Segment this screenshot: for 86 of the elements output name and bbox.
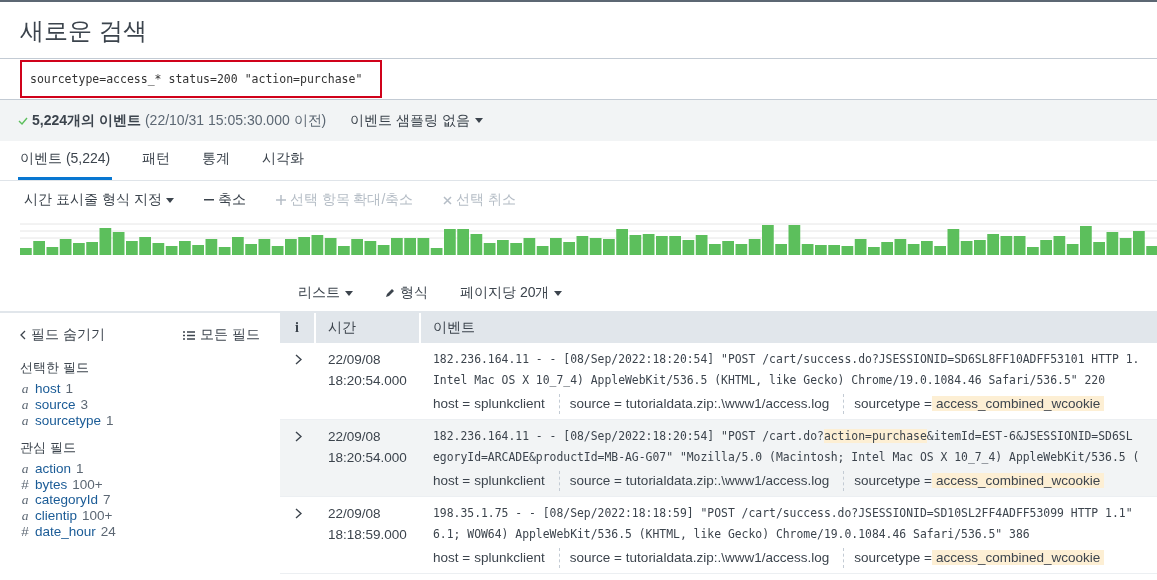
chevron-right-icon (294, 508, 302, 519)
expand-button[interactable] (294, 353, 302, 367)
chevron-right-icon (294, 354, 302, 365)
field-count: 1 (65, 381, 74, 397)
hide-fields-link[interactable]: 필드 숨기기 (20, 326, 105, 344)
event-field: host = splunkclient (433, 394, 559, 414)
page-title: 새로운 검색 (19, 16, 148, 46)
pencil-icon (385, 288, 395, 298)
caret-icon (165, 197, 174, 203)
field-group-title: 관심 필드 (20, 439, 77, 457)
tab[interactable]: 이벤트 (5,224) (18, 141, 113, 180)
field-type: a (20, 397, 30, 413)
field-name: sourcetype (35, 413, 102, 429)
event-field: source = tutorialdata.zip:.\www1/access.log (558, 548, 844, 568)
field-type: a (20, 492, 30, 508)
field-name: categoryId (35, 492, 99, 508)
field-type: a (20, 413, 30, 429)
time-cell-text: 22/09/08 18:20:54.000 (327, 428, 408, 467)
caret-icon (345, 290, 353, 296)
results-toolbar-button[interactable]: 리스트 (298, 284, 353, 302)
time-cell-text: 22/09/08 18:18:59.000 (327, 505, 408, 544)
field-count: 100+ (82, 508, 113, 524)
event-text: 6.1; WOW64) AppleWebKit/536.5 (KHTML, like Gecko) Chrome/19.0.1084.46 Safari/536.5" 386 (433, 526, 1031, 543)
field-type: a (20, 508, 30, 524)
event-field: source = tutorialdata.zip:.\www1/access.log (558, 471, 844, 491)
field-count: 3 (80, 397, 89, 413)
event-field: host = splunkclient (433, 548, 559, 568)
field-item[interactable]: a source 3 (20, 397, 89, 413)
expand-button[interactable] (294, 507, 302, 521)
event-field: source = tutorialdata.zip:.\www1/access.log (558, 394, 844, 414)
field-count: 100+ (72, 477, 103, 492)
caret-icon (475, 118, 484, 123)
event-field: sourcetype = access_combined_wcookie (843, 548, 1115, 568)
event-text: 182.236.164.11 - - [08/Sep/2022:18:20:54] "POST /cart/success.do?JSESSIONID=SD6SL8FF10ADFF53101 HTTP 1. (433, 351, 1141, 368)
expand-button[interactable] (294, 430, 302, 444)
event-field: sourcetype = access_combined_wcookie (843, 471, 1115, 491)
search-time: (22/10/31 15:05:30.000 이전) (144, 111, 327, 130)
event-text: 182.236.164.11 - - [08/Sep/2022:18:20:54] "POST /cart.do?action=purchase&itemId=EST-6&JSESSIONID=SD6SL (433, 428, 1134, 445)
sampling-dropdown[interactable]: 이벤트 샘플링 없음 (350, 111, 484, 130)
field-type: # (20, 477, 30, 492)
field-item[interactable]: a sourcetype 1 (20, 413, 114, 429)
tab[interactable]: 통계 (200, 141, 233, 180)
field-item[interactable]: # bytes 100+ (20, 477, 103, 492)
field-item[interactable]: # date_hour 24 (20, 524, 116, 539)
event-text: egoryId=ARCADE&productId=MB-AG-G07" "Mozilla/5.0 (Macintosh; Intel Mac OS X 10_7_4) AppleWebKit/536.5 ( (433, 449, 1141, 466)
event-field: sourcetype = access_combined_wcookie (843, 394, 1115, 414)
field-item[interactable]: a action 1 (20, 461, 84, 477)
check-icon (18, 116, 28, 125)
search-field[interactable]: sourcetype=access_* status=200 "action=purchase" (20, 60, 382, 98)
field-group-title: 선택한 필드 (20, 359, 90, 377)
field-count: 24 (100, 524, 116, 539)
field-count: 7 (103, 492, 111, 508)
field-type: a (20, 461, 30, 477)
minus-icon (203, 199, 214, 201)
list-icon (183, 330, 196, 340)
all-fields-link[interactable]: 모든 필드 (183, 326, 260, 344)
field-item[interactable]: a clientip 100+ (20, 508, 113, 524)
field-item[interactable]: a host 1 (20, 381, 74, 397)
results-toolbar-button[interactable]: 형식 (385, 284, 428, 302)
field-count: 1 (76, 461, 84, 477)
chevron-right-icon (294, 431, 302, 442)
field-name: host (35, 381, 61, 397)
field-type: a (20, 381, 30, 397)
event-field: host = splunkclient (433, 471, 559, 491)
plus-icon (275, 195, 286, 205)
chevron-left-icon (20, 330, 26, 340)
event-text: 198.35.1.75 - - [08/Sep/2022:18:18:59] "POST /cart/success.do?JSESSIONID=SD10SL2FF4ADFF53099 HTTP 1.1" (433, 505, 1134, 522)
tab[interactable]: 패턴 (140, 141, 173, 180)
tab[interactable]: 시각화 (260, 141, 307, 180)
caret-icon (554, 290, 563, 296)
close-icon (443, 195, 453, 205)
field-name: clientip (35, 508, 78, 524)
field-item[interactable]: a categoryId 7 (20, 492, 111, 508)
field-name: action (35, 461, 72, 477)
field-type: # (20, 524, 30, 539)
field-name: bytes (35, 477, 68, 492)
results-toolbar-button[interactable]: 페이지당 20개 (460, 284, 563, 302)
column-header: 이벤트 (432, 318, 476, 337)
field-name: date_hour (35, 524, 96, 539)
event-count: 5,224개의 이벤트 (32, 111, 141, 130)
timeline-button[interactable]: 시간 표시줄 형식 지정 (24, 191, 174, 209)
time-cell-text: 22/09/08 18:20:54.000 (327, 351, 408, 390)
field-count: 1 (106, 413, 114, 429)
field-name: source (35, 397, 76, 413)
event-text: Intel Mac OS X 10_7_4) AppleWebKit/536.5 (KHTML, like Gecko) Chrome/19.0.1084.46 Safari/536.5" 220 (433, 372, 1107, 389)
timeline-button[interactable]: 축소 (203, 191, 246, 209)
